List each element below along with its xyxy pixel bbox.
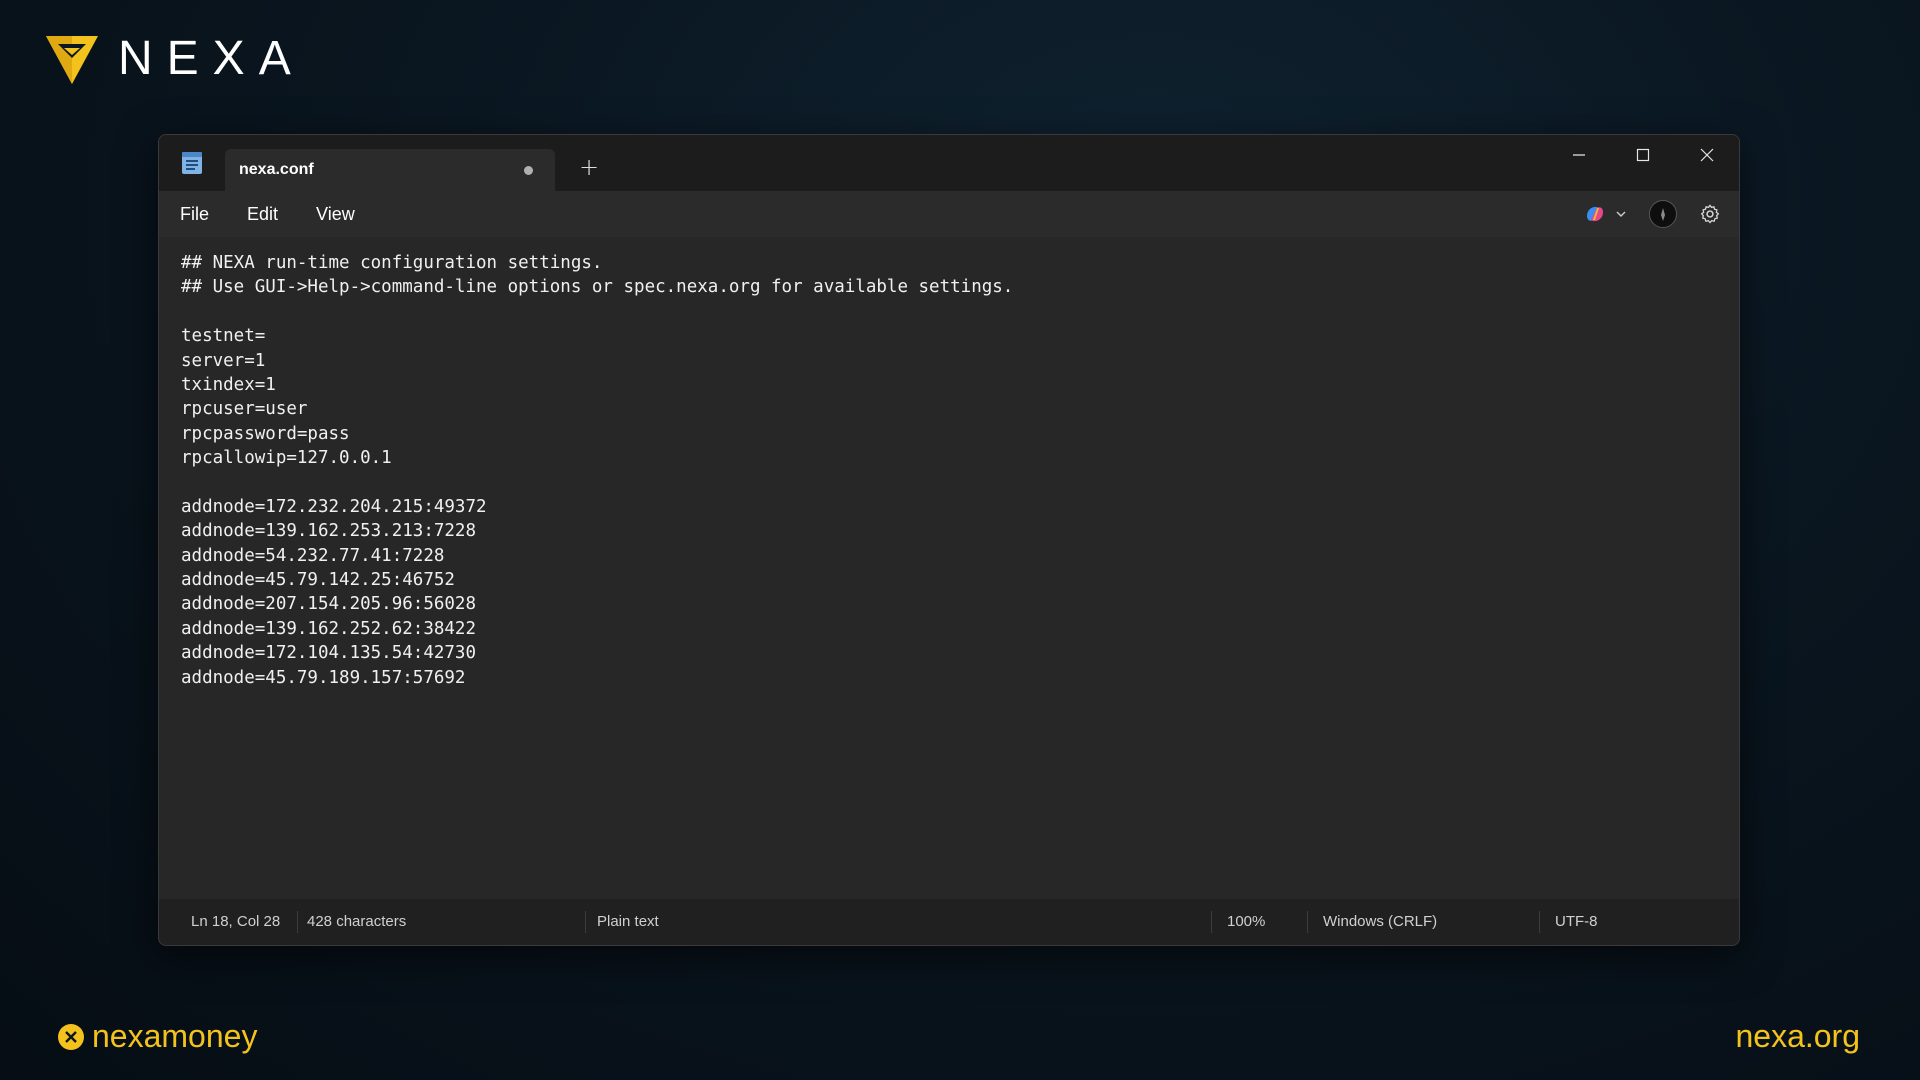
code-line: addnode=172.104.135.54:42730 bbox=[181, 643, 477, 664]
text-editor[interactable]: ## NEXA run-time configuration settings.… bbox=[159, 237, 1739, 901]
maximize-button[interactable] bbox=[1611, 135, 1675, 175]
x-logo-icon bbox=[58, 1023, 84, 1050]
notepad-app-icon bbox=[182, 152, 202, 174]
menu-edit[interactable]: Edit bbox=[236, 198, 289, 231]
status-line-ending[interactable]: Windows (CRLF) bbox=[1323, 913, 1437, 930]
chevron-down-icon bbox=[1616, 211, 1626, 217]
code-line: server=1 bbox=[181, 350, 266, 371]
code-line: testnet= bbox=[181, 326, 266, 347]
close-icon bbox=[1700, 148, 1714, 162]
menu-bar: File Edit View bbox=[159, 191, 1739, 237]
copilot-button[interactable] bbox=[1583, 202, 1627, 226]
social-handle-text: nexamoney bbox=[92, 1018, 258, 1054]
code-line: ## Use GUI->Help->command-line options o… bbox=[181, 277, 1014, 298]
code-line: rpcallowip=127.0.0.1 bbox=[181, 448, 392, 469]
avatar[interactable] bbox=[1649, 200, 1677, 228]
tab-title: nexa.conf bbox=[239, 161, 314, 178]
nexa-logo-icon bbox=[46, 36, 98, 84]
code-line: addnode=207.154.205.96:56028 bbox=[181, 594, 477, 615]
code-line: addnode=139.162.253.213:7228 bbox=[181, 521, 477, 542]
status-divider bbox=[1211, 911, 1212, 933]
copilot-icon bbox=[1587, 206, 1603, 222]
code-line: addnode=45.79.189.157:57692 bbox=[181, 667, 466, 688]
notepad-window: nexa.conf + File Edit View ## NEXA run-t… bbox=[158, 134, 1740, 946]
status-divider bbox=[585, 911, 586, 933]
website-url: nexa.org bbox=[1735, 1018, 1860, 1054]
status-encoding[interactable]: UTF-8 bbox=[1555, 913, 1598, 930]
maximize-icon bbox=[1636, 148, 1650, 162]
status-cursor-position[interactable]: Ln 18, Col 28 bbox=[191, 913, 280, 930]
minimize-button[interactable] bbox=[1547, 135, 1611, 175]
status-zoom[interactable]: 100% bbox=[1227, 913, 1265, 930]
status-character-count: 428 characters bbox=[307, 913, 407, 930]
menu-right-tools bbox=[1583, 199, 1721, 229]
code-line: addnode=172.232.204.215:49372 bbox=[181, 496, 487, 517]
code-line: rpcpassword=pass bbox=[181, 423, 350, 444]
code-line: addnode=54.232.77.41:7228 bbox=[181, 545, 445, 566]
menu-file[interactable]: File bbox=[169, 198, 220, 231]
status-divider bbox=[1307, 911, 1308, 933]
title-bar: nexa.conf + bbox=[159, 135, 1739, 191]
status-bar: Ln 18, Col 28 428 characters Plain text … bbox=[159, 899, 1739, 945]
user-avatar-icon bbox=[1661, 208, 1665, 221]
code-line: addnode=45.79.142.25:46752 bbox=[181, 570, 455, 591]
unsaved-dot-icon[interactable] bbox=[524, 166, 533, 175]
status-file-type: Plain text bbox=[597, 913, 659, 930]
window-controls bbox=[1547, 135, 1739, 175]
code-line: ## NEXA run-time configuration settings. bbox=[181, 253, 603, 273]
brand-header: NEXA bbox=[44, 30, 305, 86]
code-line: rpcuser=user bbox=[181, 399, 308, 420]
code-line: addnode=139.162.252.62:38422 bbox=[181, 618, 477, 639]
minimize-icon bbox=[1573, 154, 1585, 156]
status-divider bbox=[297, 911, 298, 933]
status-divider bbox=[1539, 911, 1540, 933]
tab-nexa-conf[interactable]: nexa.conf bbox=[225, 149, 555, 191]
close-button[interactable] bbox=[1675, 135, 1739, 175]
brand-name: NEXA bbox=[118, 31, 305, 85]
code-line: txindex=1 bbox=[181, 374, 276, 395]
menu-view[interactable]: View bbox=[305, 198, 366, 231]
social-handle: nexamoney bbox=[58, 1018, 257, 1055]
new-tab-button[interactable]: + bbox=[571, 149, 607, 185]
gear-icon[interactable] bbox=[1699, 203, 1721, 225]
